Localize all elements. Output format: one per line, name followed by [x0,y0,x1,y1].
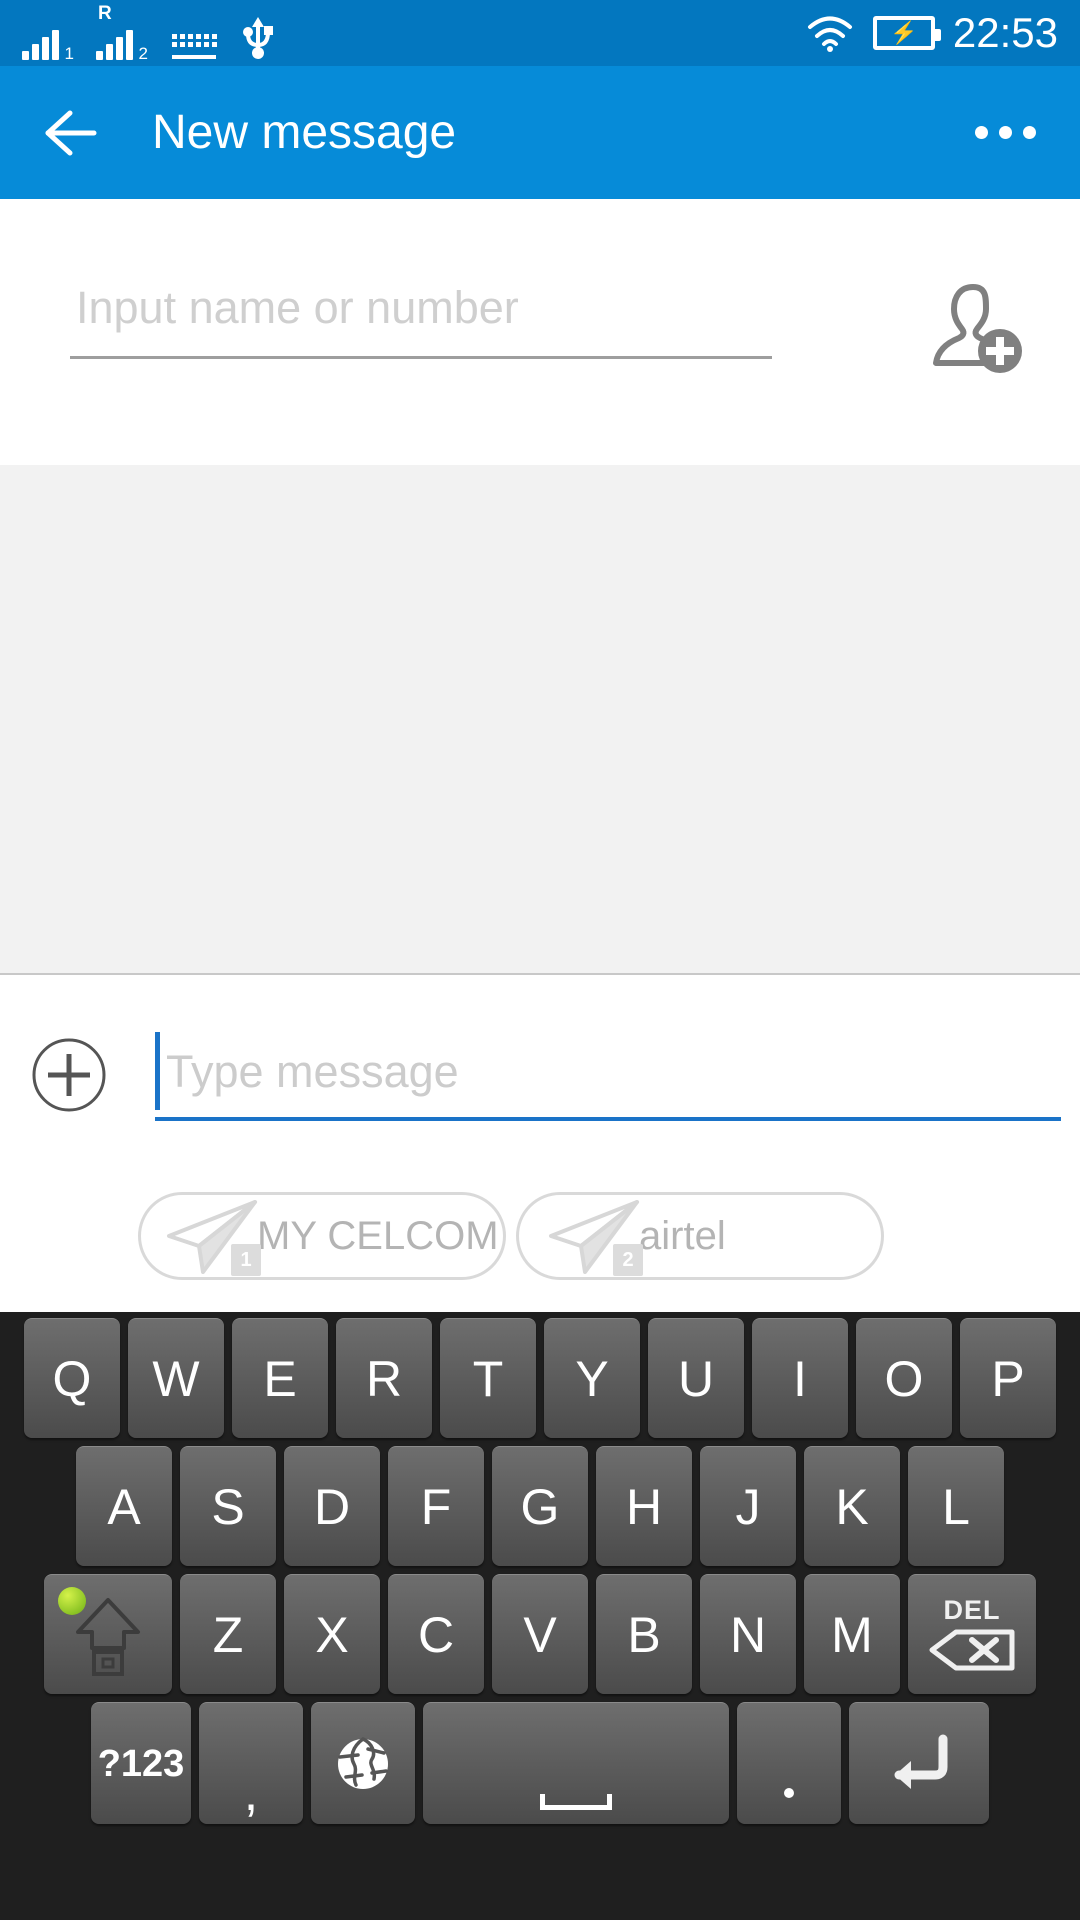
add-contact-icon [933,284,1022,373]
status-bar: 1 R 2 ⚡ 22:53 [0,0,1080,66]
shift-key[interactable] [44,1574,172,1694]
key-n[interactable]: N [700,1574,796,1694]
key-r[interactable]: R [336,1318,432,1438]
key-h[interactable]: H [596,1446,692,1566]
key-f[interactable]: F [388,1446,484,1566]
recipient-section: Input name or number [0,199,1080,465]
signal-sim1-icon: 1 [22,20,74,63]
key-g[interactable]: G [492,1446,588,1566]
key-c[interactable]: C [388,1574,484,1694]
roaming-indicator-label: R [98,3,112,24]
send-button-sim1[interactable]: 1 MY CELCOM [138,1192,506,1280]
key-a[interactable]: A [76,1446,172,1566]
key-m[interactable]: M [804,1574,900,1694]
keyboard-row-1: Q W E R T Y U I O P [0,1318,1080,1438]
arrow-left-icon [45,110,97,155]
send-plane-icon: 2 [541,1194,645,1278]
attach-button[interactable] [31,1037,107,1113]
enter-return-icon [894,1734,948,1789]
text-caret [155,1032,160,1110]
key-q[interactable]: Q [24,1318,120,1438]
message-input[interactable]: Type message [155,1025,1061,1121]
recipient-placeholder: Input name or number [76,282,519,333]
recipient-input[interactable]: Input name or number [36,261,902,359]
back-button[interactable] [36,98,106,168]
symbols-key[interactable]: ?123 [91,1702,191,1824]
message-placeholder: Type message [166,1045,459,1097]
key-u[interactable]: U [648,1318,744,1438]
comma-key[interactable]: , [199,1702,303,1824]
more-options-button[interactable] [967,106,1044,159]
keyboard-row-2: A S D F G H J K L [0,1446,1080,1566]
more-options-icon [975,126,988,139]
key-y[interactable]: Y [544,1318,640,1438]
period-key-icon [784,1788,794,1798]
key-w[interactable]: W [128,1318,224,1438]
sim-badge: 1 [231,1244,261,1276]
period-key[interactable] [737,1702,841,1824]
keyboard-row-3: Z X C V B N M DEL [0,1574,1080,1694]
status-bar-clock: 22:53 [952,9,1058,56]
key-d[interactable]: D [284,1446,380,1566]
key-e[interactable]: E [232,1318,328,1438]
conversation-body [0,465,1080,975]
globe-language-icon [338,1736,388,1789]
enter-key[interactable] [849,1702,989,1824]
key-t[interactable]: T [440,1318,536,1438]
page-title: New message [152,105,457,159]
plus-circle-icon [32,1038,106,1112]
key-z[interactable]: Z [180,1574,276,1694]
phone-screen: 1 R 2 ⚡ 22:53 New message Input name or … [0,0,1080,1920]
key-o[interactable]: O [856,1318,952,1438]
key-p[interactable]: P [960,1318,1056,1438]
recipient-underline [70,356,772,359]
key-v[interactable]: V [492,1574,588,1694]
key-i[interactable]: I [752,1318,848,1438]
status-bar-right-icons: ⚡ 22:53 [805,12,1058,54]
app-bar: New message [0,66,1080,199]
battery-charging-icon: ⚡ [872,16,941,50]
key-k[interactable]: K [804,1446,900,1566]
key-b[interactable]: B [596,1574,692,1694]
send-button-row: 1 MY CELCOM 2 airtel [0,1192,1080,1280]
wifi-icon [807,16,852,52]
compose-section: Type message 1 MY CELCOM 2 airtel [0,977,1080,1312]
caps-lock-led-icon [58,1587,86,1615]
keyboard-icon [170,30,218,60]
more-options-icon [999,126,1012,139]
key-s[interactable]: S [180,1446,276,1566]
space-bar-icon [540,1794,612,1810]
signal-sim2-icon: R 2 [96,4,148,63]
send-button-label: airtel [639,1214,726,1258]
keyboard-row-4: ?123 , [0,1702,1080,1824]
key-l[interactable]: L [908,1446,1004,1566]
signal-sim1-label: 1 [64,44,74,63]
send-plane-icon: 1 [159,1194,263,1278]
comma-key-label: , [243,1764,259,1823]
key-x[interactable]: X [284,1574,380,1694]
send-button-label: MY CELCOM [257,1214,499,1258]
sim-badge: 2 [613,1244,643,1276]
delete-key[interactable]: DEL [908,1574,1036,1694]
usb-icon [243,17,273,59]
key-j[interactable]: J [700,1446,796,1566]
signal-sim2-label: 2 [138,44,148,63]
status-bar-left-icons: 1 R 2 [22,0,276,72]
more-options-icon [1023,126,1036,139]
language-switch-key[interactable] [311,1702,415,1824]
message-underline [155,1117,1061,1121]
backspace-icon [929,1629,1015,1671]
send-button-sim2[interactable]: 2 airtel [516,1192,884,1280]
add-contact-button[interactable] [918,273,1028,383]
on-screen-keyboard: Q W E R T Y U I O P A S D F G H J K L Z … [0,1312,1080,1920]
delete-key-label: DEL [943,1595,1001,1625]
space-key[interactable] [423,1702,729,1824]
